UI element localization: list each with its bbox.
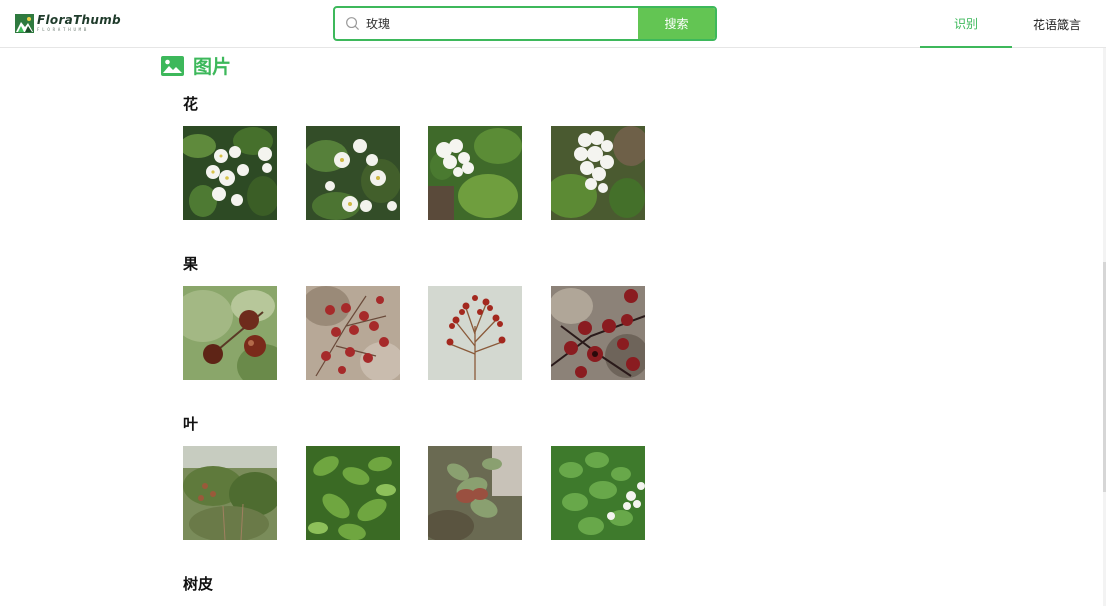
nav-flower-language[interactable]: 花语箴言 bbox=[1012, 0, 1102, 48]
section-title: 图片 bbox=[161, 52, 231, 79]
flower-image-3[interactable] bbox=[428, 126, 522, 220]
search-bar: 搜索 bbox=[333, 6, 717, 41]
search-button[interactable]: 搜索 bbox=[638, 8, 715, 39]
group-title-flower: 花 bbox=[183, 95, 199, 113]
top-header: FloraThumb FLORATHUMB 搜索 识别 花语箴言 bbox=[0, 0, 1106, 48]
logo-subtitle: FLORATHUMB bbox=[37, 27, 90, 32]
flower-image-4[interactable] bbox=[551, 126, 645, 220]
fruit-image-3[interactable] bbox=[428, 286, 522, 380]
leaf-image-1[interactable] bbox=[183, 446, 277, 540]
nav-identify[interactable]: 识别 bbox=[920, 0, 1012, 48]
group-title-bark: 树皮 bbox=[183, 575, 214, 593]
group-title-leaf: 叶 bbox=[183, 415, 199, 433]
fruit-image-2[interactable] bbox=[306, 286, 400, 380]
leaf-image-2[interactable] bbox=[306, 446, 400, 540]
fruit-image-1[interactable] bbox=[183, 286, 277, 380]
search-input[interactable] bbox=[366, 8, 638, 39]
flower-image-1[interactable] bbox=[183, 126, 277, 220]
search-icon bbox=[346, 17, 360, 31]
flora-thumb-logo-icon bbox=[15, 13, 34, 33]
search-field bbox=[335, 8, 638, 39]
flower-image-2[interactable] bbox=[306, 126, 400, 220]
logo[interactable]: FloraThumb FLORATHUMB bbox=[15, 13, 121, 33]
leaf-image-4[interactable] bbox=[551, 446, 645, 540]
logo-name: FloraThumb bbox=[37, 13, 121, 27]
image-icon bbox=[161, 55, 184, 76]
section-label: 图片 bbox=[193, 56, 232, 78]
fruit-image-4[interactable] bbox=[551, 286, 645, 380]
leaf-image-3[interactable] bbox=[428, 446, 522, 540]
group-title-fruit: 果 bbox=[183, 255, 199, 273]
